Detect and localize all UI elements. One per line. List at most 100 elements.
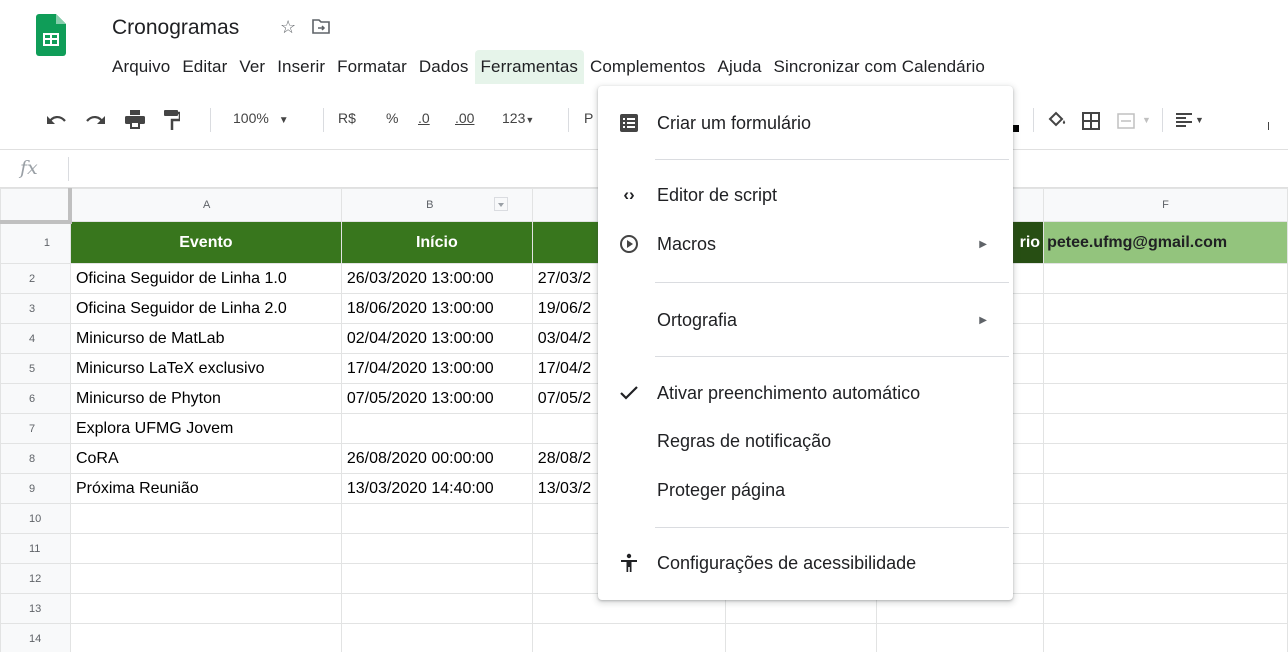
row-header[interactable]: 10: [0, 503, 71, 534]
decrease-decimal-button[interactable]: .0: [418, 110, 430, 126]
cell[interactable]: Explora UFMG Jovem: [69, 413, 342, 444]
menu-item-acessibilidade[interactable]: Configurações de acessibilidade: [598, 543, 1013, 583]
cell[interactable]: 13/03/2020 14:40:00: [340, 473, 533, 504]
menu-ver[interactable]: Ver: [233, 50, 271, 84]
cell[interactable]: 02/04/2020 13:00:00: [340, 323, 533, 354]
menu-formatar[interactable]: Formatar: [331, 50, 413, 84]
menu-ajuda[interactable]: Ajuda: [712, 50, 768, 84]
menu-dados[interactable]: Dados: [413, 50, 475, 84]
row-header[interactable]: 8: [0, 443, 71, 474]
star-icon[interactable]: ☆: [280, 17, 296, 38]
column-header[interactable]: B: [340, 188, 533, 222]
cell[interactable]: [340, 503, 533, 534]
cell[interactable]: [340, 593, 533, 624]
sheets-logo[interactable]: [36, 14, 66, 56]
row-header[interactable]: 11: [0, 533, 71, 564]
merge-cells-icon[interactable]: [1117, 113, 1135, 129]
cell[interactable]: [1043, 503, 1288, 534]
menu-item-ortografia[interactable]: Ortografia ▶: [598, 300, 1013, 340]
cell[interactable]: petee.ufmg@gmail.com: [1043, 221, 1288, 264]
row-header[interactable]: 5: [0, 353, 71, 384]
row-header[interactable]: 3: [0, 293, 71, 324]
row-header[interactable]: 2: [0, 263, 71, 294]
cell[interactable]: [340, 413, 533, 444]
cell[interactable]: Minicurso de Phyton: [69, 383, 342, 414]
cell[interactable]: [1043, 593, 1288, 624]
cell[interactable]: [531, 623, 726, 652]
cell[interactable]: [1043, 263, 1288, 294]
menu-editar[interactable]: Editar: [176, 50, 233, 84]
row-header[interactable]: 12: [0, 563, 71, 594]
cell[interactable]: [69, 563, 342, 594]
cell[interactable]: [1043, 623, 1288, 652]
menu-complementos[interactable]: Complementos: [584, 50, 712, 84]
row-header[interactable]: 13: [0, 593, 71, 624]
column-header[interactable]: A: [69, 188, 342, 222]
paint-format-icon[interactable]: [164, 110, 180, 130]
row-header[interactable]: 1: [0, 221, 71, 264]
cell[interactable]: Início: [340, 221, 533, 264]
cell[interactable]: [69, 623, 342, 652]
valign-icon[interactable]: [1268, 122, 1269, 130]
cell[interactable]: Minicurso LaTeX exclusivo: [69, 353, 342, 384]
cell[interactable]: [876, 623, 1045, 652]
cell[interactable]: [69, 533, 342, 564]
cell[interactable]: [1043, 413, 1288, 444]
row-header[interactable]: 9: [0, 473, 71, 504]
cell[interactable]: [1043, 563, 1288, 594]
undo-icon[interactable]: [46, 113, 68, 127]
row-header[interactable]: 7: [0, 413, 71, 444]
cell[interactable]: 17/04/2020 13:00:00: [340, 353, 533, 384]
cell[interactable]: CoRA: [69, 443, 342, 474]
menu-item-proteger-pagina[interactable]: Proteger página: [598, 470, 1013, 510]
cell[interactable]: 26/08/2020 00:00:00: [340, 443, 533, 474]
cell[interactable]: 26/03/2020 13:00:00: [340, 263, 533, 294]
menu-inserir[interactable]: Inserir: [271, 50, 331, 84]
redo-icon[interactable]: [84, 113, 106, 127]
cell[interactable]: Oficina Seguidor de Linha 2.0: [69, 293, 342, 324]
cell[interactable]: [340, 533, 533, 564]
currency-button[interactable]: R$: [338, 110, 356, 126]
menu-ferramentas[interactable]: Ferramentas: [474, 50, 584, 84]
menu-item-criar-formulario[interactable]: Criar um formulário: [598, 103, 1013, 143]
filter-icon[interactable]: [493, 197, 508, 211]
print-icon[interactable]: [125, 110, 145, 129]
menu-arquivo[interactable]: Arquivo: [106, 50, 176, 84]
row-header[interactable]: 6: [0, 383, 71, 414]
cell[interactable]: [724, 623, 878, 652]
cell[interactable]: Próxima Reunião: [69, 473, 342, 504]
cell[interactable]: [1043, 323, 1288, 354]
borders-icon[interactable]: [1082, 112, 1100, 130]
menu-item-macros[interactable]: Macros ▶: [598, 224, 1013, 264]
cell[interactable]: [1043, 533, 1288, 564]
align-left-icon[interactable]: [1176, 113, 1192, 127]
menu-item-editor-script[interactable]: ‹› Editor de script: [598, 175, 1013, 215]
cell[interactable]: 07/05/2020 13:00:00: [340, 383, 533, 414]
cell[interactable]: 18/06/2020 13:00:00: [340, 293, 533, 324]
cell[interactable]: [1043, 473, 1288, 504]
menu-item-preenchimento-automatico[interactable]: Ativar preenchimento automático: [598, 373, 1013, 413]
menu-sincronizar[interactable]: Sincronizar com Calendário: [768, 50, 991, 84]
menu-item-regras-notificacao[interactable]: Regras de notificação: [598, 421, 1013, 461]
cell[interactable]: [1043, 293, 1288, 324]
row-header[interactable]: 14: [0, 623, 71, 652]
cell[interactable]: [1043, 443, 1288, 474]
cell[interactable]: Minicurso de MatLab: [69, 323, 342, 354]
cell[interactable]: [340, 563, 533, 594]
move-to-folder-icon[interactable]: [312, 19, 330, 34]
cell[interactable]: [1043, 383, 1288, 414]
cell[interactable]: [69, 593, 342, 624]
more-formats-button[interactable]: 123▼: [502, 110, 534, 126]
increase-decimal-button[interactable]: .00: [455, 110, 474, 126]
cell[interactable]: [340, 623, 533, 652]
fill-color-icon[interactable]: [1047, 111, 1067, 129]
row-header[interactable]: 4: [0, 323, 71, 354]
zoom-select[interactable]: 100% ▼: [233, 110, 289, 126]
cell[interactable]: [1043, 353, 1288, 384]
select-all-corner[interactable]: [0, 188, 73, 224]
cell[interactable]: [69, 503, 342, 534]
cell[interactable]: Oficina Seguidor de Linha 1.0: [69, 263, 342, 294]
cell[interactable]: Evento: [69, 221, 342, 264]
document-title[interactable]: Cronogramas: [112, 16, 239, 40]
percent-button[interactable]: %: [386, 110, 398, 126]
